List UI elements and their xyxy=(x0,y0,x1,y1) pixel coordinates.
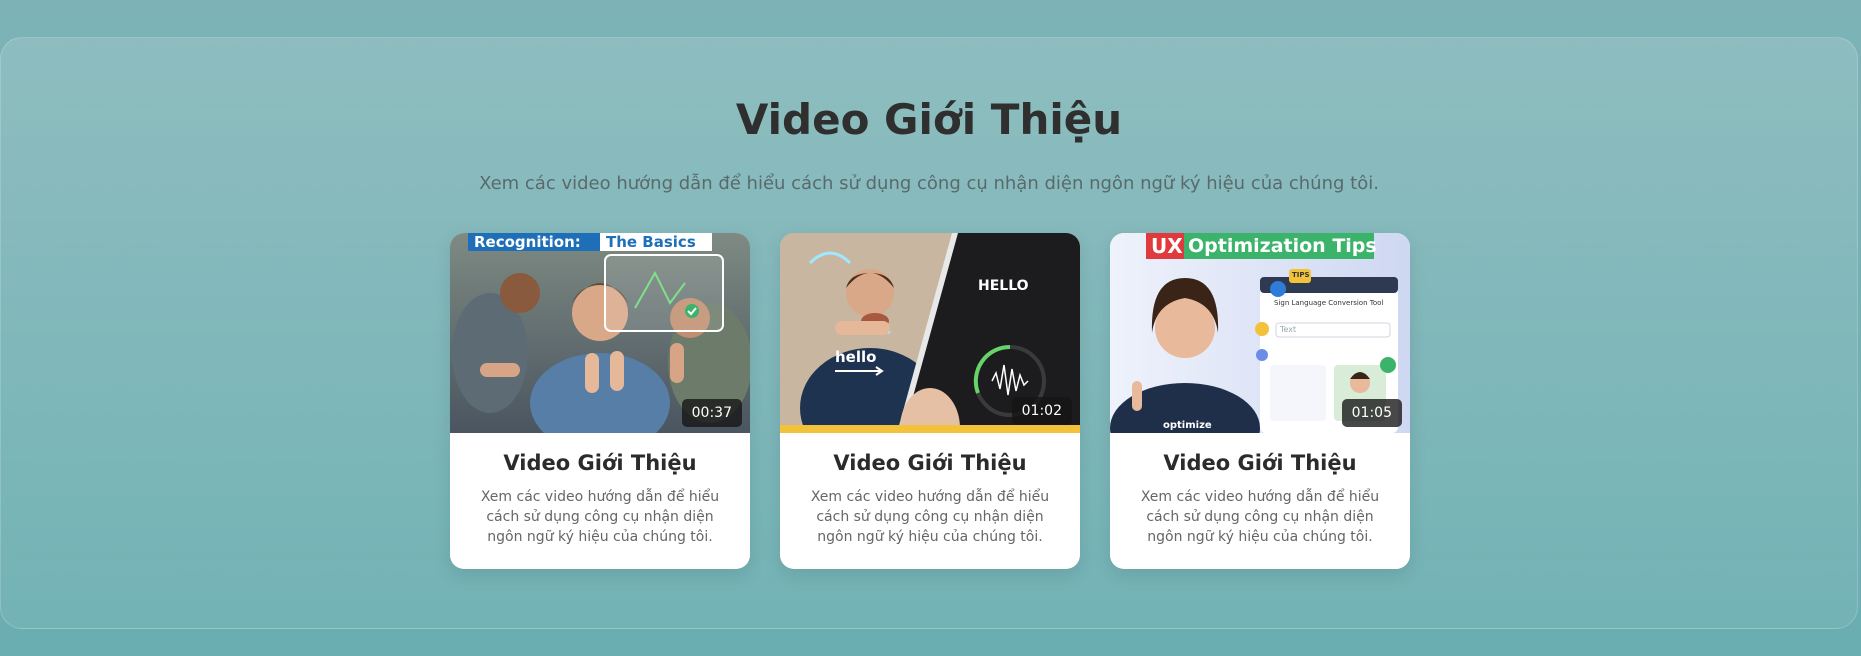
video-card-title[interactable]: Video Giới Thiệu xyxy=(780,451,1080,475)
thumbnail-title-part-2: Optimization Tips xyxy=(1188,235,1377,257)
thumbnail-screen-caption: HELLO xyxy=(978,278,1029,294)
video-thumbnail[interactable]: Recognition: The Basics 00:37 xyxy=(450,233,750,433)
video-card[interactable]: hello HELLO 01:02 Video Giới Thiệu Xem c… xyxy=(780,233,1080,569)
video-card-title[interactable]: Video Giới Thiệu xyxy=(1110,451,1410,475)
video-card-description: Xem các video hướng dẫn để hiểu cách sử … xyxy=(1140,489,1380,545)
video-thumbnail[interactable]: UX Optimization Tips Sign Language Conve… xyxy=(1110,233,1410,433)
video-thumbnail[interactable]: hello HELLO 01:02 xyxy=(780,233,1080,433)
section-subtitle: Xem các video hướng dẫn để hiểu cách sử … xyxy=(479,173,1379,194)
video-card-title[interactable]: Video Giới Thiệu xyxy=(450,451,750,475)
thumbnail-caption: optimize xyxy=(1163,420,1212,431)
thumbnail-tips-tag: TIPS xyxy=(1292,271,1310,279)
video-duration-badge: 01:02 xyxy=(1011,397,1072,425)
thumbnail-text-field-placeholder: Text xyxy=(1280,325,1297,334)
video-card[interactable]: Recognition: The Basics 00:37 Video Giới… xyxy=(450,233,750,569)
thumbnail-title-part-1: UX xyxy=(1151,234,1183,258)
thumbnail-title-part-1: Recognition: xyxy=(474,233,581,251)
section-title: Video Giới Thiệu xyxy=(735,95,1123,144)
thumbnail-tool-header-text: Sign Language Conversion Tool xyxy=(1274,299,1384,307)
thumbnail-hand-caption: hello xyxy=(835,348,877,366)
video-duration-badge: 00:37 xyxy=(681,399,742,427)
video-duration-badge: 01:05 xyxy=(1341,399,1402,427)
video-card-description: Xem các video hướng dẫn để hiểu cách sử … xyxy=(810,489,1050,545)
video-card[interactable]: UX Optimization Tips Sign Language Conve… xyxy=(1110,233,1410,569)
thumbnail-title-part-2: The Basics xyxy=(606,233,696,251)
video-card-list: Recognition: The Basics 00:37 Video Giới… xyxy=(450,233,1410,569)
video-card-description: Xem các video hướng dẫn để hiểu cách sử … xyxy=(480,489,720,545)
